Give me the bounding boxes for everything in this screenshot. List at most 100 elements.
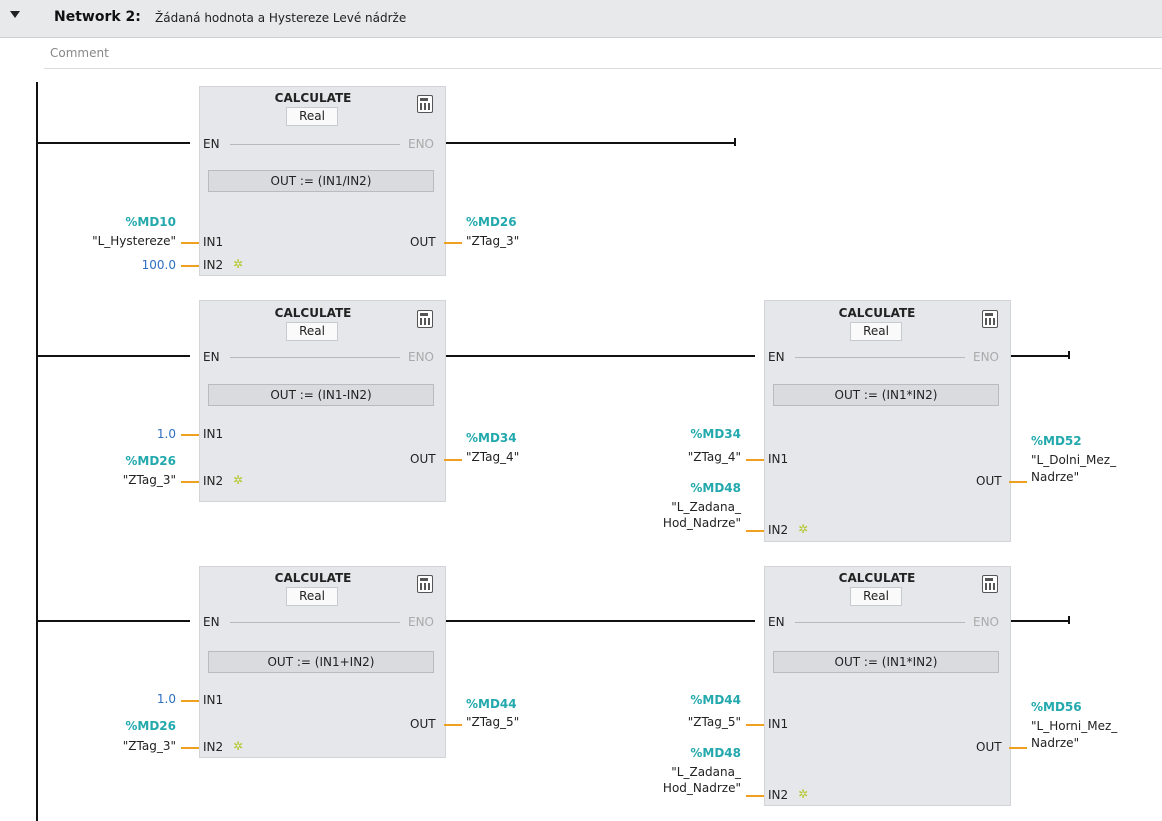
calculator-icon[interactable] [982, 575, 998, 593]
block-1-en-line [230, 144, 400, 145]
block-1-in1-tag[interactable]: "L_Hystereze" [60, 234, 176, 248]
rung-2-wire-left [37, 355, 190, 357]
block-4-out-address[interactable]: %MD44 [466, 697, 517, 711]
block-5-type-dropdown[interactable]: Real [850, 587, 902, 606]
block-2-out-pin[interactable]: OUT [410, 452, 436, 466]
calculator-icon[interactable] [417, 95, 433, 113]
block-3-out-pin[interactable]: OUT [976, 474, 1002, 488]
block-2-in1-constant[interactable]: 1.0 [110, 427, 176, 441]
block-4-in2-pin[interactable]: IN2 [203, 740, 223, 754]
block-4-type-dropdown[interactable]: Real [286, 587, 338, 606]
block-2-en-line [230, 357, 400, 358]
block-3-in1-pin[interactable]: IN1 [768, 452, 788, 466]
block-2-en-pin[interactable]: EN [203, 350, 220, 364]
block-1-out-pin[interactable]: OUT [410, 235, 436, 249]
block-5-formula[interactable]: OUT := (IN1*IN2) [773, 651, 999, 673]
block-5-out-tag-line1[interactable]: "L_Horni_Mez_ [1031, 719, 1117, 733]
block-4-in2-address[interactable]: %MD26 [80, 719, 176, 733]
block-5-in1-stub [746, 724, 764, 726]
block-5-in2-address[interactable]: %MD48 [640, 746, 741, 760]
block-5-out-address[interactable]: %MD56 [1031, 700, 1082, 714]
rung-3-wire-end [1068, 616, 1070, 624]
block-2-out-address[interactable]: %MD34 [466, 431, 517, 445]
block-1-out-tag[interactable]: "ZTag_3" [466, 234, 519, 248]
block-3-in2-address[interactable]: %MD48 [640, 481, 741, 495]
block-3-out-tag-line1[interactable]: "L_Dolni_Mez_ [1031, 453, 1116, 467]
block-2-in2-pin[interactable]: IN2 [203, 474, 223, 488]
block-1-eno-pin[interactable]: ENO [408, 137, 434, 151]
block-2-type-dropdown[interactable]: Real [286, 322, 338, 341]
rung-1-wire-end [734, 138, 736, 146]
block-4-out-pin[interactable]: OUT [410, 717, 436, 731]
block-5-in1-pin[interactable]: IN1 [768, 717, 788, 731]
add-input-icon[interactable]: ✲ [233, 473, 243, 487]
network-title: Network 2: [54, 9, 141, 25]
block-3-in2-pin[interactable]: IN2 [768, 523, 788, 537]
block-1-en-pin[interactable]: EN [203, 137, 220, 151]
block-5-en-pin[interactable]: EN [768, 615, 785, 629]
block-5-out-tag-line2[interactable]: Nadrze" [1031, 736, 1079, 750]
block-5-in1-address[interactable]: %MD44 [640, 693, 741, 707]
block-3-eno-pin[interactable]: ENO [973, 350, 999, 364]
block-3-name: CALCULATE [838, 306, 916, 320]
block-4-en-pin[interactable]: EN [203, 615, 220, 629]
block-5-in2-pin[interactable]: IN2 [768, 788, 788, 802]
block-3-in1-stub [746, 459, 764, 461]
calculator-icon[interactable] [982, 310, 998, 328]
block-2-eno-pin[interactable]: ENO [408, 350, 434, 364]
block-4-out-stub [444, 724, 462, 726]
block-3-in1-address[interactable]: %MD34 [640, 427, 741, 441]
block-1-in1-pin[interactable]: IN1 [203, 235, 223, 249]
block-3-formula[interactable]: OUT := (IN1*IN2) [773, 384, 999, 406]
block-3-in2-tag-line1[interactable]: "L_Zadana_ [620, 500, 741, 514]
comment-field[interactable] [44, 40, 1162, 69]
block-5-eno-pin[interactable]: ENO [973, 615, 999, 629]
block-4-in2-stub [181, 747, 199, 749]
block-3-out-address[interactable]: %MD52 [1031, 434, 1082, 448]
block-3-type-dropdown[interactable]: Real [850, 322, 902, 341]
block-4-eno-pin[interactable]: ENO [408, 615, 434, 629]
add-input-icon[interactable]: ✲ [798, 522, 808, 536]
network-description[interactable]: Žádaná hodnota a Hystereze Levé nádrže [155, 11, 406, 25]
block-1-out-stub [444, 242, 462, 244]
block-3-in2-tag-line2[interactable]: Hod_Nadrze" [620, 516, 741, 530]
block-3-in2-stub [746, 530, 764, 532]
add-input-icon[interactable]: ✲ [233, 257, 243, 271]
block-1-out-address[interactable]: %MD26 [466, 215, 517, 229]
block-2-formula[interactable]: OUT := (IN1-IN2) [208, 384, 434, 406]
block-1-in1-address[interactable]: %MD10 [80, 215, 176, 229]
rung-2-wire-right [1010, 355, 1070, 357]
calculator-icon[interactable] [417, 575, 433, 593]
block-5-name: CALCULATE [838, 571, 916, 585]
block-3-en-pin[interactable]: EN [768, 350, 785, 364]
add-input-icon[interactable]: ✲ [798, 787, 808, 801]
block-2-in2-address[interactable]: %MD26 [80, 454, 176, 468]
block-3-in1-tag[interactable]: "ZTag_4" [620, 450, 741, 464]
rung-3-wire-mid [445, 620, 755, 622]
block-2-in2-tag[interactable]: "ZTag_3" [60, 473, 176, 487]
block-4-in1-stub [181, 700, 199, 702]
block-5-in1-tag[interactable]: "ZTag_5" [620, 715, 741, 729]
block-3-out-stub [1009, 481, 1027, 483]
block-2-in1-pin[interactable]: IN1 [203, 427, 223, 441]
block-5-in2-tag-line1[interactable]: "L_Zadana_ [620, 765, 741, 779]
block-1-type-dropdown[interactable]: Real [286, 107, 338, 126]
calculator-icon[interactable] [417, 310, 433, 328]
block-4-in2-tag[interactable]: "ZTag_3" [60, 739, 176, 753]
block-5-in2-tag-line2[interactable]: Hod_Nadrze" [620, 781, 741, 795]
block-1-formula[interactable]: OUT := (IN1/IN2) [208, 170, 434, 192]
block-1-in2-constant[interactable]: 100.0 [110, 258, 176, 272]
block-1-name: CALCULATE [274, 91, 352, 105]
block-4-formula[interactable]: OUT := (IN1+IN2) [208, 651, 434, 673]
rung-3-wire-left [37, 620, 190, 622]
add-input-icon[interactable]: ✲ [233, 739, 243, 753]
collapse-triangle-icon[interactable] [10, 11, 20, 18]
block-1-in2-pin[interactable]: IN2 [203, 258, 223, 272]
block-2-out-tag[interactable]: "ZTag_4" [466, 450, 519, 464]
block-4-in1-pin[interactable]: IN1 [203, 693, 223, 707]
block-4-in1-constant[interactable]: 1.0 [110, 692, 176, 706]
block-4-out-tag[interactable]: "ZTag_5" [466, 715, 519, 729]
block-5-out-pin[interactable]: OUT [976, 740, 1002, 754]
rung-3-wire-right [1010, 620, 1070, 622]
block-3-out-tag-line2[interactable]: Nadrze" [1031, 470, 1079, 484]
